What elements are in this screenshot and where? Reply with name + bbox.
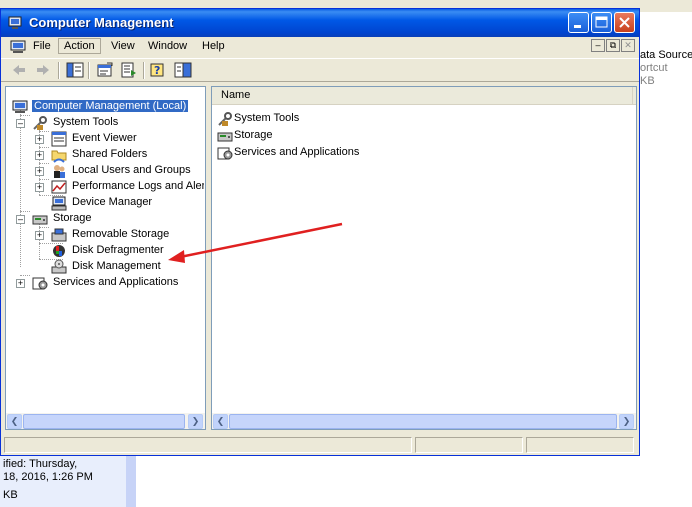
- annotation-arrow: [168, 222, 343, 263]
